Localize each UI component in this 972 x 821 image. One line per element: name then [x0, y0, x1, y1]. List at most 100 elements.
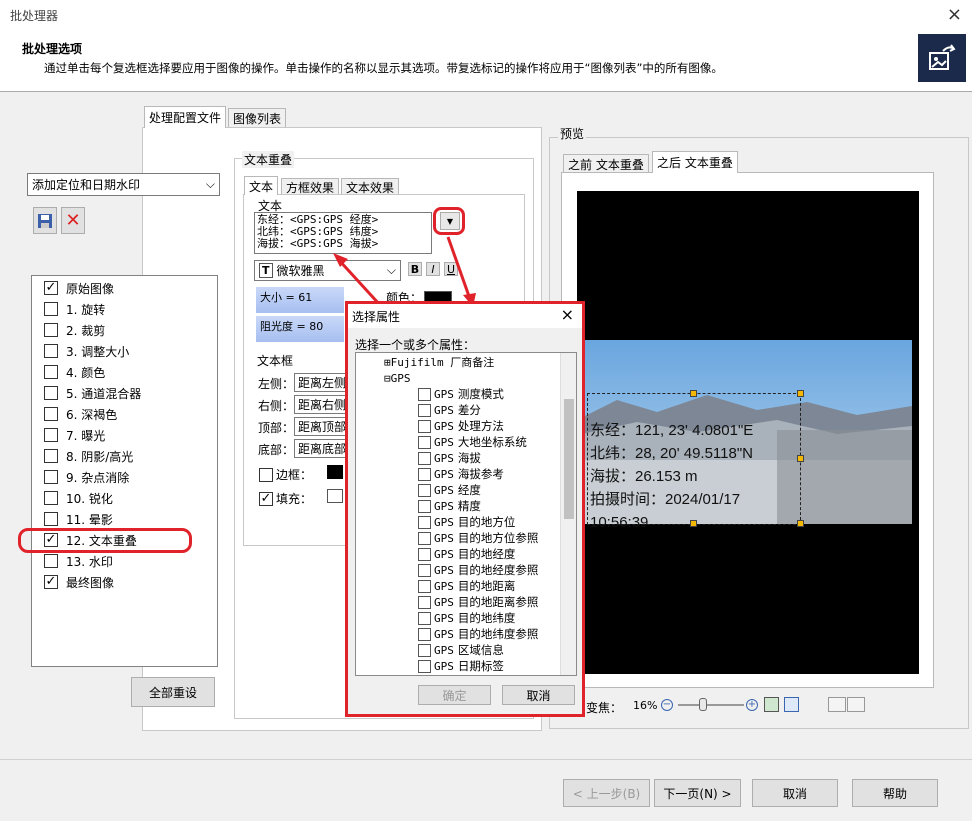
operation-item[interactable]: 1. 旋转: [44, 299, 105, 319]
prev-button[interactable]: < 上一步(B): [563, 779, 650, 807]
border-checkbox[interactable]: 边框：: [259, 466, 312, 483]
checkbox-box[interactable]: [418, 627, 431, 641]
tree-item[interactable]: GPS 日期标签: [418, 658, 504, 674]
checkbox-box[interactable]: [418, 435, 431, 449]
checkbox-box[interactable]: [418, 515, 431, 529]
tab-preview-before[interactable]: 之前 文本重叠: [563, 154, 649, 173]
profile-select[interactable]: 添加定位和日期水印 ⌵: [27, 173, 220, 196]
tree-item[interactable]: GPS 大地坐标系统: [418, 434, 527, 450]
tab-profile[interactable]: 处理配置文件: [144, 106, 227, 128]
fit-window-icon[interactable]: [764, 697, 779, 712]
rotate-right-icon[interactable]: [847, 697, 865, 712]
checkbox-box[interactable]: [418, 387, 431, 401]
operation-item[interactable]: 4. 颜色: [44, 362, 105, 382]
tree-item[interactable]: GPS 目的地距离: [418, 578, 515, 594]
operation-item[interactable]: 13. 水印: [44, 551, 113, 571]
tree-item[interactable]: GPS 海拔: [418, 450, 481, 466]
tree-item[interactable]: GPS 处理方法: [418, 418, 504, 434]
checkbox-box[interactable]: [418, 419, 431, 433]
resize-handle[interactable]: [797, 520, 804, 527]
zoom-out-icon[interactable]: −: [661, 699, 673, 711]
tree-group[interactable]: ⊞ Fujifilm 厂商备注: [384, 354, 494, 370]
checkbox-box[interactable]: [418, 579, 431, 593]
help-button[interactable]: 帮助: [852, 779, 938, 807]
tree-item[interactable]: GPS 目的地经度参照: [418, 562, 538, 578]
delete-profile-button[interactable]: ✕: [61, 207, 85, 234]
checkbox-box[interactable]: [44, 323, 58, 337]
checkbox-box[interactable]: [44, 428, 58, 442]
tree-item[interactable]: GPS 区域信息: [418, 642, 504, 658]
checkbox-box[interactable]: [418, 611, 431, 625]
checkbox-box[interactable]: [418, 659, 431, 673]
collapse-icon[interactable]: ⊟: [384, 372, 391, 385]
check-icon[interactable]: ✓: [44, 281, 58, 295]
dialog-close-icon[interactable]: ×: [561, 305, 574, 324]
tab-preview-after[interactable]: 之后 文本重叠: [652, 151, 738, 173]
checkbox-box[interactable]: [44, 449, 58, 463]
check-icon[interactable]: ✓: [44, 575, 58, 589]
cancel-dialog-button[interactable]: 取消: [502, 685, 575, 705]
tree-item[interactable]: GPS 目的地纬度: [418, 610, 515, 626]
operation-item[interactable]: ✓ 最终图像: [44, 572, 114, 592]
tree-item[interactable]: GPS 海拔参考: [418, 466, 504, 482]
zoom-slider-thumb[interactable]: [699, 698, 707, 711]
scrollbar-thumb[interactable]: [564, 399, 574, 519]
close-icon[interactable]: ×: [947, 4, 962, 25]
right-select[interactable]: 距离右侧: [294, 395, 346, 414]
checkbox-box[interactable]: [418, 531, 431, 545]
resize-handle[interactable]: [690, 390, 697, 397]
reset-all-button[interactable]: 全部重设: [131, 677, 215, 707]
checkbox-box[interactable]: [418, 483, 431, 497]
operation-item[interactable]: 3. 调整大小: [44, 341, 129, 361]
tree-item[interactable]: GPS 目的地纬度参照: [418, 626, 538, 642]
checkbox-box[interactable]: [418, 467, 431, 481]
checkbox-box[interactable]: [44, 470, 58, 484]
left-select[interactable]: 距离左侧: [294, 373, 346, 392]
opacity-slider[interactable]: 阻光度 = 80: [256, 316, 344, 342]
ok-button[interactable]: 确定: [418, 685, 491, 705]
checkbox-box[interactable]: [44, 365, 58, 379]
resize-handle[interactable]: [690, 520, 697, 527]
tree-group[interactable]: ⊟ GPS: [384, 370, 411, 386]
tab-image-list[interactable]: 图像列表: [228, 108, 287, 128]
tree-scrollbar[interactable]: [560, 353, 576, 675]
tree-item[interactable]: GPS 测度模式: [418, 386, 504, 402]
tab-box-effect[interactable]: 方框效果: [281, 178, 340, 195]
bottom-select[interactable]: 距离底部: [294, 439, 346, 458]
checkbox-box[interactable]: [44, 344, 58, 358]
rotate-left-icon[interactable]: [828, 697, 846, 712]
zoom-slider-track[interactable]: [678, 704, 744, 706]
cancel-button[interactable]: 取消: [752, 779, 838, 807]
tree-item[interactable]: GPS 差分: [418, 402, 481, 418]
checkbox-box[interactable]: [418, 643, 431, 657]
operation-item[interactable]: 8. 阴影/高光: [44, 446, 133, 466]
checkbox-box[interactable]: [44, 512, 58, 526]
checkbox-box[interactable]: [44, 302, 58, 316]
checkbox-box[interactable]: [418, 499, 431, 513]
tree-item[interactable]: GPS 经度: [418, 482, 481, 498]
operation-item[interactable]: 11. 晕影: [44, 509, 113, 529]
tree-item[interactable]: GPS 目的地方位: [418, 514, 515, 530]
checkbox-box[interactable]: [44, 386, 58, 400]
actual-size-icon[interactable]: [784, 697, 799, 712]
checkbox-box[interactable]: [44, 554, 58, 568]
operation-item[interactable]: 7. 曝光: [44, 425, 105, 445]
tree-item[interactable]: GPS 目的地方位参照: [418, 530, 538, 546]
checkbox-box[interactable]: [418, 547, 431, 561]
property-tree[interactable]: ⊞ Fujifilm 厂商备注 ⊟ GPS GPS 测度模式 GPS 差分 GPS 处理方法 G…: [355, 352, 577, 676]
checkbox-box[interactable]: [44, 407, 58, 421]
operation-item[interactable]: ✓ 原始图像: [44, 278, 114, 298]
tab-text-effect[interactable]: 文本效果: [341, 178, 400, 195]
operation-item[interactable]: 5. 通道混合器: [44, 383, 141, 403]
fill-color-swatch[interactable]: [327, 489, 343, 503]
checkbox-box[interactable]: [418, 563, 431, 577]
checkbox-box[interactable]: [418, 403, 431, 417]
checkbox-box[interactable]: [418, 595, 431, 609]
expand-icon[interactable]: ⊞: [384, 356, 391, 369]
top-select[interactable]: 距离顶部: [294, 417, 346, 436]
tree-item[interactable]: GPS 目的地经度: [418, 546, 515, 562]
next-button[interactable]: 下一页(N) >: [654, 779, 741, 807]
zoom-in-icon[interactable]: +: [746, 699, 758, 711]
resize-handle[interactable]: [797, 455, 804, 462]
checkbox-box[interactable]: [44, 491, 58, 505]
